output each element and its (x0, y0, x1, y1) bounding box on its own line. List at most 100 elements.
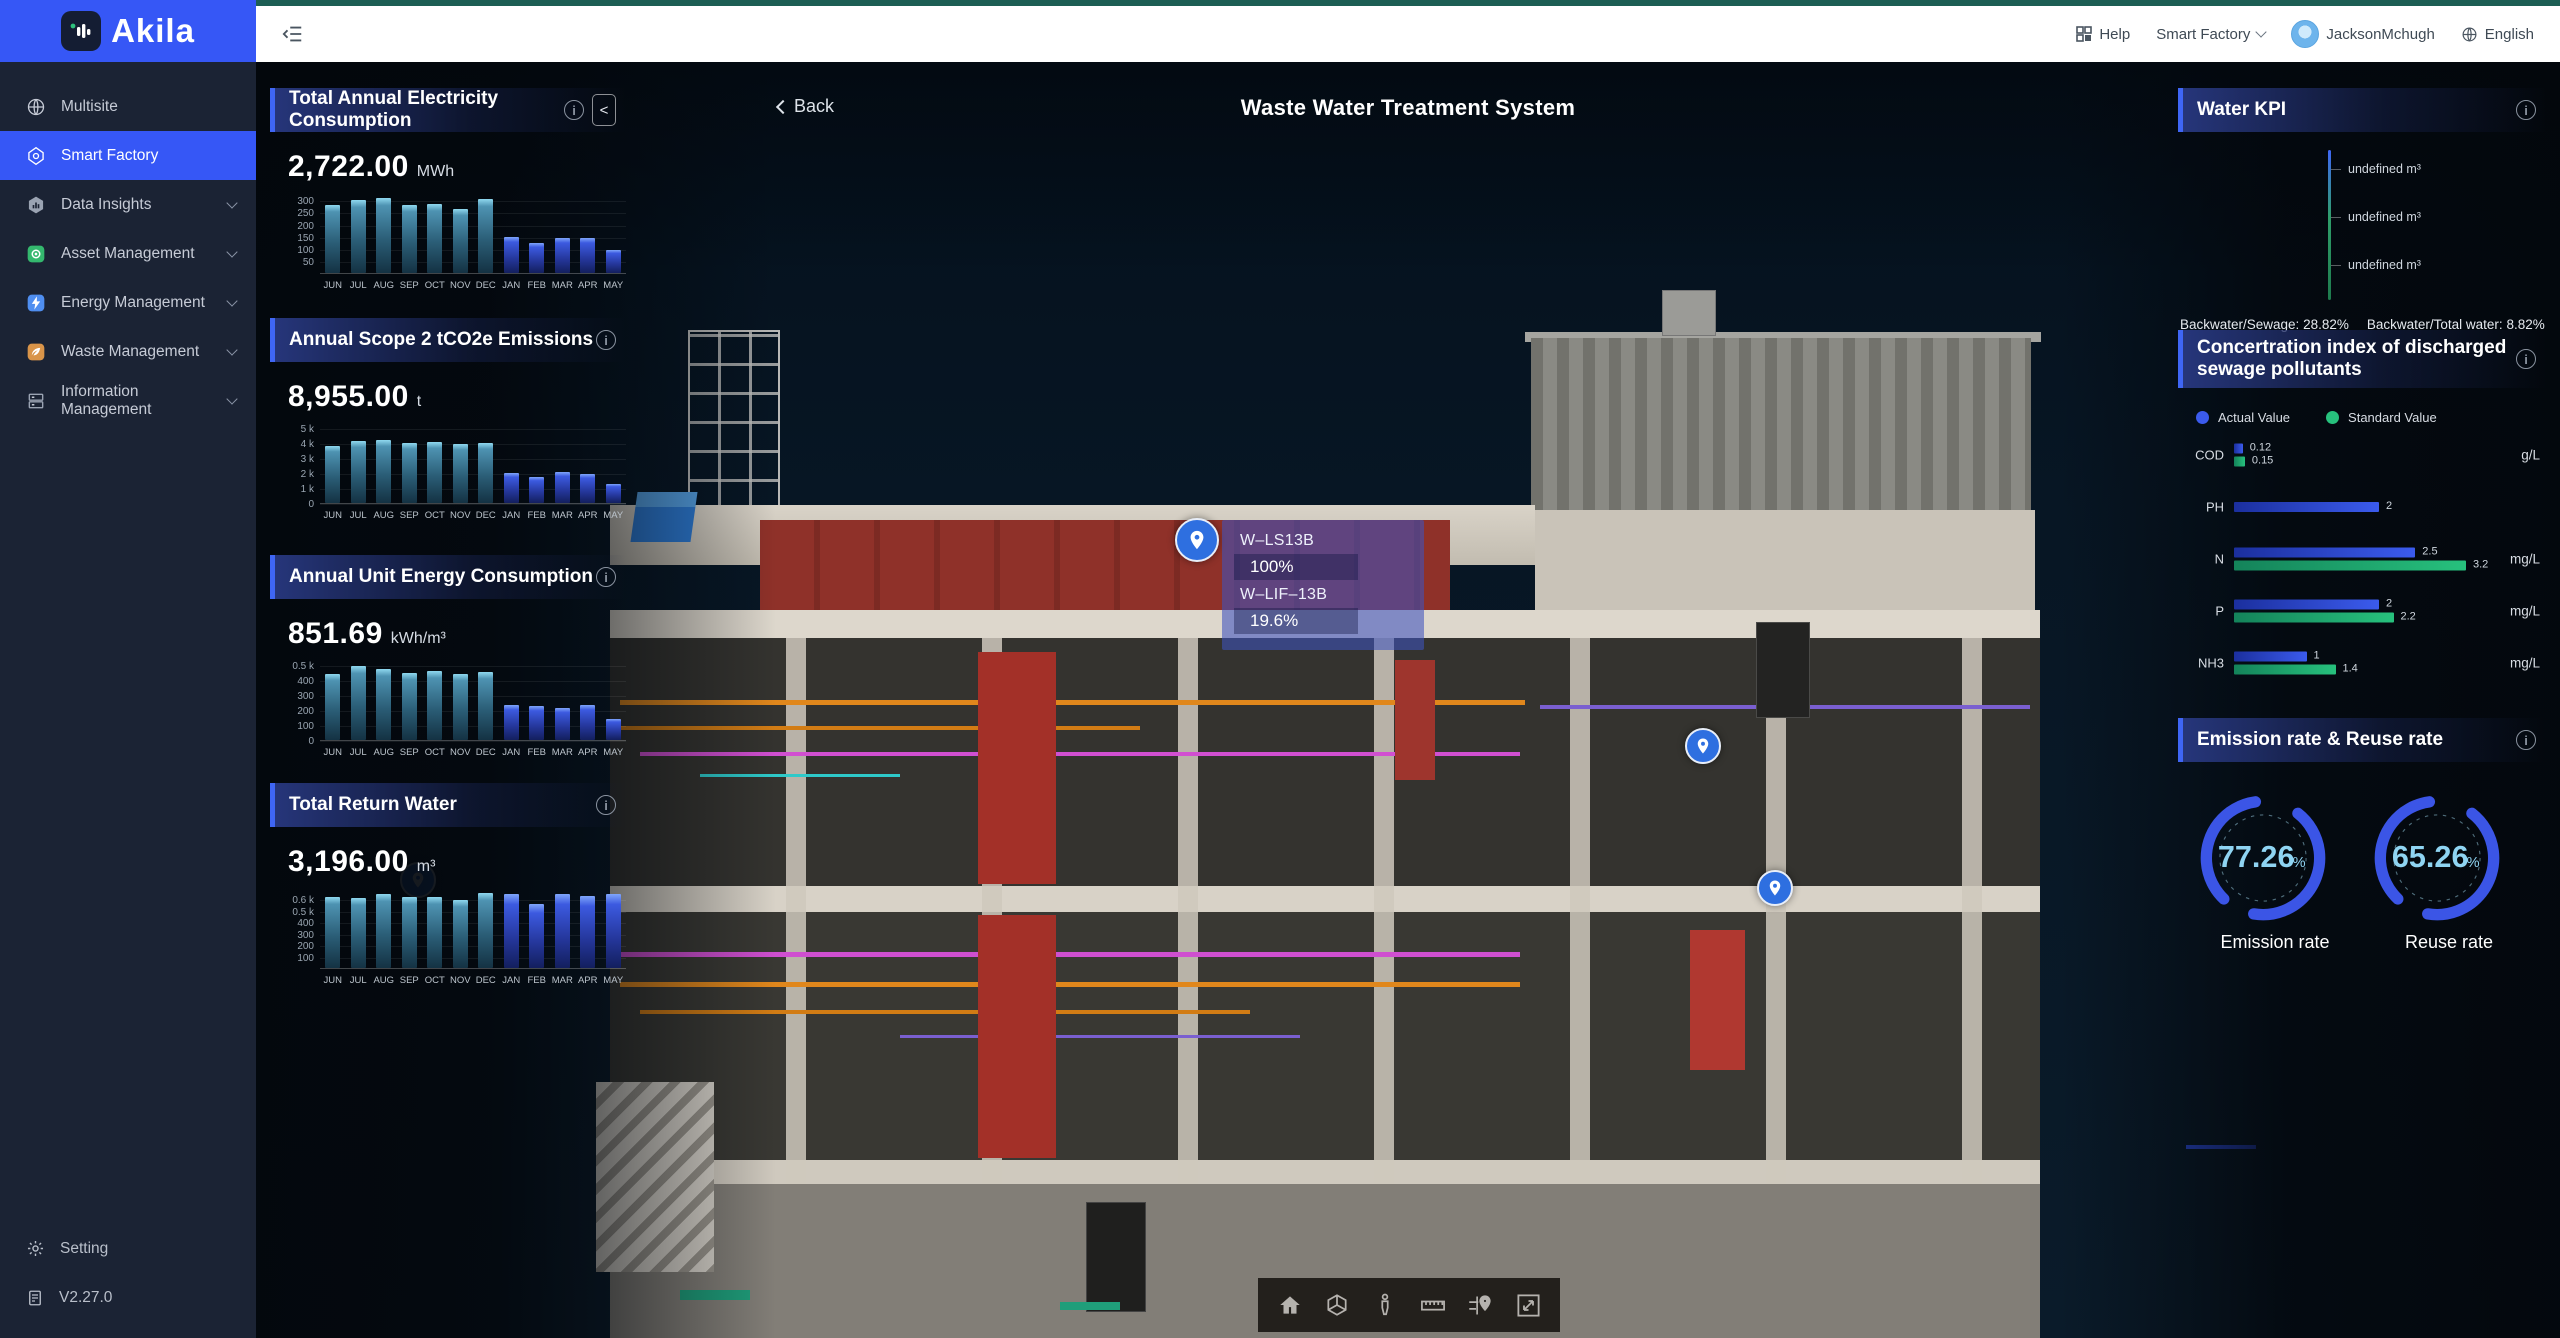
sidebar-item-information-management[interactable]: Information Management (0, 376, 256, 425)
brand-logo[interactable]: Akila (0, 0, 256, 62)
bar (555, 708, 570, 741)
sidebar-item-data-insights[interactable]: Data Insights (0, 180, 256, 229)
actual-bar: 2 (2234, 600, 2379, 610)
panel-unit-energy: Annual Unit Energy Consumption i 851.69k… (270, 555, 626, 765)
sidebar-item-smart-factory[interactable]: Smart Factory (0, 131, 256, 180)
back-button[interactable]: Back (778, 96, 834, 117)
measure-icon[interactable] (1416, 1288, 1450, 1322)
pollutant-unit: mg/L (2510, 552, 2540, 567)
bar (555, 894, 570, 968)
bar (580, 705, 595, 740)
chevron-down-icon (226, 344, 237, 355)
bar (325, 446, 340, 503)
3d-view-icon[interactable] (1320, 1288, 1354, 1322)
pollutant-row-ph: PH2 (2178, 481, 2546, 533)
collapse-panel-button[interactable]: < (592, 94, 616, 126)
info-icon[interactable]: i (2516, 349, 2536, 369)
fullscreen-icon[interactable] (1511, 1288, 1545, 1322)
model-columns (610, 638, 2040, 1184)
bar (427, 671, 442, 740)
info-icon[interactable]: i (596, 795, 616, 815)
info-icon[interactable]: i (2516, 100, 2536, 120)
asset-icon (26, 244, 46, 264)
kpi-value: 2,722.00MWh (288, 150, 626, 184)
actual-bar: 1 (2234, 652, 2307, 662)
bar (580, 474, 595, 503)
bar (351, 666, 366, 740)
unit-energy-bar-chart: 0.5 k4003002001000JUNJULAUGSEPOCTNOVDECJ… (280, 661, 626, 765)
panel-pollutants: Concertration index of discharged sewage… (2178, 330, 2546, 689)
x-axis-labels: JUNJULAUGSEPOCTNOVDECJANFEBMARAPRMAY (320, 280, 626, 291)
sidebar-item-version[interactable]: V2.27.0 (0, 1273, 256, 1322)
top-bar: Help Smart Factory JacksonMchugh English (256, 6, 2560, 62)
user-menu[interactable]: JacksonMchugh (2291, 20, 2434, 48)
water-kpi-gauge-line (2328, 150, 2331, 300)
app-window: Akila Multisite Smart Factory Data Insight… (0, 0, 2560, 1338)
sidebar-item-waste-management[interactable]: Waste Management (0, 327, 256, 376)
model-dark-cabinet (1086, 1202, 1146, 1312)
panel-title: Water KPI (2197, 99, 2516, 121)
pollutant-row-n: N 2.5 3.2 mg/L (2178, 533, 2546, 585)
model-antenna (1662, 290, 1716, 336)
y-axis: 30025020015010050 (280, 194, 318, 274)
info-icon[interactable]: i (2516, 730, 2536, 750)
svg-text:%: % (2292, 855, 2305, 871)
bar (427, 897, 442, 968)
app-version: V2.27.0 (59, 1289, 236, 1307)
energy-icon (26, 293, 46, 313)
sidebar-item-label: Waste Management (61, 343, 213, 361)
map-pin-icon[interactable] (1175, 518, 1219, 562)
kpi-value: 8,955.00t (288, 380, 626, 414)
info-icon[interactable]: i (596, 567, 616, 587)
gauge-label: Emission rate (2195, 932, 2355, 953)
locate-pin-icon[interactable] (1463, 1288, 1497, 1322)
sidebar-item-energy-management[interactable]: Energy Management (0, 278, 256, 327)
bar (478, 199, 493, 273)
pollutant-unit: g/L (2521, 448, 2540, 463)
workspace-select[interactable]: Smart Factory (2156, 26, 2265, 43)
scope2-bar-chart: 5 k4 k3 k2 k1 k0JUNJULAUGSEPOCTNOVDECJAN… (280, 424, 626, 528)
sidebar-item-asset-management[interactable]: Asset Management (0, 229, 256, 278)
help-label: Help (2099, 26, 2130, 43)
map-pin-icon[interactable] (1757, 870, 1793, 906)
walk-mode-icon[interactable] (1368, 1288, 1402, 1322)
bar (478, 443, 493, 503)
menu-fold-button[interactable] (282, 23, 304, 45)
gauge-emission-rate: 77.26% Emission rate (2195, 790, 2355, 953)
sidebar-item-setting[interactable]: Setting (0, 1224, 256, 1273)
home-icon[interactable] (1273, 1288, 1307, 1322)
y-axis: 5 k4 k3 k2 k1 k0 (280, 424, 318, 504)
pollutant-unit: mg/L (2510, 604, 2540, 619)
standard-bar: 1.4 (2234, 665, 2336, 675)
model-red-tank (978, 652, 1056, 884)
sensor-tooltip: W–LS13B 100% W–LIF–13B 19.6% (1222, 520, 1424, 650)
help-button[interactable]: Help (2076, 26, 2130, 43)
bar (453, 674, 468, 740)
panel-rates: Emission rate & Reuse rate i 77.26%Emiss… (2178, 718, 2546, 953)
actual-bar: 0.12 (2234, 444, 2243, 454)
chevron-left-icon (776, 99, 790, 113)
bar (606, 250, 621, 273)
sidebar-item-label: Smart Factory (61, 147, 236, 165)
map-pin-icon[interactable] (1685, 728, 1721, 764)
pollutant-label: N (2178, 552, 2224, 567)
info-icon[interactable]: i (564, 100, 584, 120)
language-select[interactable]: English (2461, 26, 2534, 43)
bar (376, 440, 391, 503)
standard-bar: 3.2 (2234, 561, 2466, 571)
bar (529, 243, 544, 273)
sensor-value: 100% (1234, 554, 1358, 580)
bar (478, 672, 493, 740)
standard-bar: 0.15 (2234, 457, 2245, 467)
brand-logo-icon (61, 11, 101, 51)
info-icon[interactable]: i (596, 330, 616, 350)
sidebar-item-multisite[interactable]: Multisite (0, 82, 256, 131)
svg-text:%: % (2466, 855, 2479, 871)
bar (504, 473, 519, 503)
rate-gauges: 77.26%Emission rate65.26%Reuse rate (2178, 762, 2546, 953)
bar (376, 894, 391, 968)
actual-bar: 2.5 (2234, 548, 2415, 558)
bar (376, 669, 391, 740)
model-teal-base (1060, 1302, 1120, 1310)
gauge-value: 77.26 (2218, 840, 2295, 874)
